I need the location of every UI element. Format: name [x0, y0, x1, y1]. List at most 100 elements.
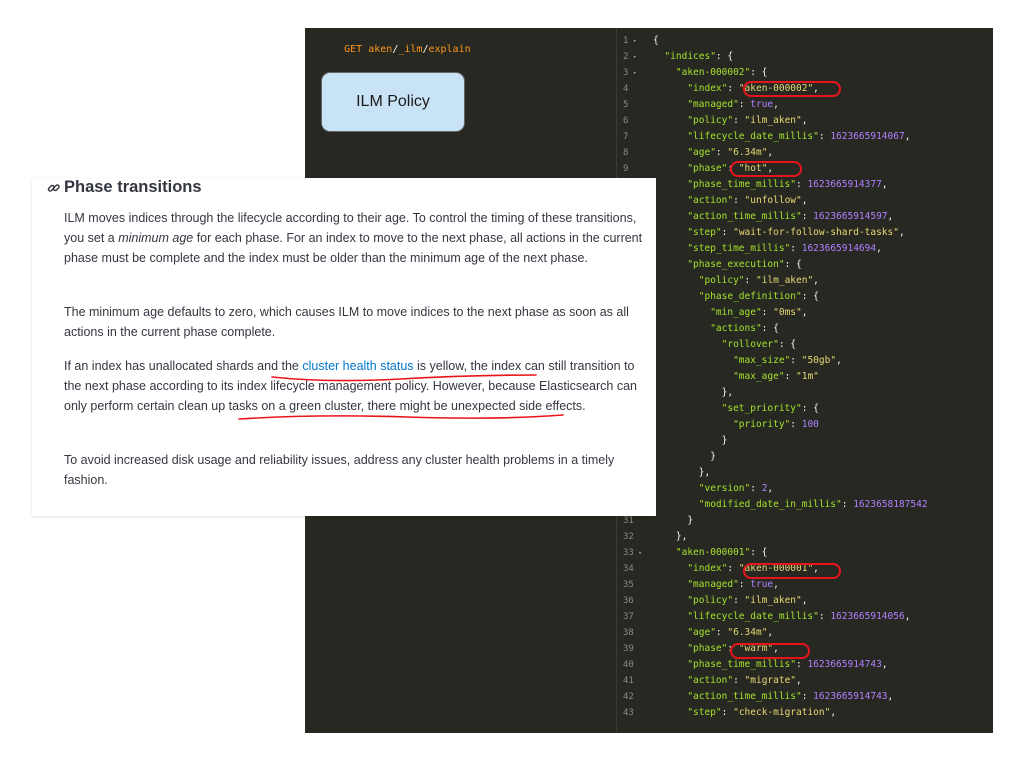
response-pane[interactable]: { "indices": { "aken-000002": { "index":…: [653, 28, 993, 733]
code-token: "policy": [653, 115, 734, 126]
minimum-age-emphasis: minimum age: [118, 231, 194, 245]
line-number: 42: [623, 689, 634, 705]
code-token: }: [653, 435, 728, 446]
code-line: "policy": "ilm_aken",: [653, 593, 807, 609]
code-line: "managed": true,: [653, 97, 779, 113]
fold-toggle-icon[interactable]: ▾: [628, 37, 637, 45]
code-token: :: [733, 675, 745, 686]
line-number: 4: [623, 81, 628, 97]
request-line[interactable]: GET aken/_ilm/explain: [308, 33, 471, 66]
code-token: "priority": [653, 419, 791, 430]
code-token: "phase_execution": [653, 259, 785, 270]
highlight-phase-warm: [730, 643, 810, 659]
code-token: "unfollow": [744, 195, 802, 206]
code-token: : {: [801, 403, 819, 414]
code-token: ,: [881, 179, 888, 190]
code-token: },: [653, 531, 688, 542]
code-token: :: [733, 595, 745, 606]
code-token: :: [750, 483, 762, 494]
code-line: "age": "6.34m",: [653, 145, 773, 161]
paragraph-1: ILM moves indices through the lifecycle …: [64, 208, 654, 268]
code-line: "aken-000002": {: [653, 65, 768, 81]
code-token: "0ms": [773, 307, 802, 318]
code-token: "indices": [653, 51, 716, 62]
code-token: },: [653, 467, 711, 478]
line-number: 8: [623, 145, 628, 161]
code-line: "lifecycle_date_millis": 1623665914056,: [653, 609, 910, 625]
line-number-text: 34: [623, 564, 634, 574]
paragraph-4: To avoid increased disk usage and reliab…: [64, 450, 654, 490]
code-token: "lifecycle_date_millis": [653, 131, 819, 142]
code-token: ,: [904, 611, 911, 622]
highlight-phase-hot: [730, 161, 802, 177]
code-token: "check-migration": [733, 707, 831, 718]
fold-toggle-icon[interactable]: ▾: [628, 53, 637, 61]
line-number: 34: [623, 561, 634, 577]
code-token: 100: [801, 419, 819, 430]
code-token: "6.34m": [727, 147, 768, 158]
code-token: 1623665914377: [807, 179, 882, 190]
code-token: "phase": [653, 643, 728, 654]
code-token: ,: [830, 707, 837, 718]
code-token: "max_age": [653, 371, 785, 382]
link-icon[interactable]: [46, 180, 62, 196]
ilm-policy-label: ILM Policy: [356, 93, 430, 110]
line-number: 41: [623, 673, 634, 689]
line-number: 2 ▾: [623, 49, 637, 65]
code-token: }: [653, 451, 716, 462]
code-token: true: [750, 579, 774, 590]
code-line: "priority": 100: [653, 417, 819, 433]
code-token: "step_time_millis": [653, 243, 791, 254]
code-token: :: [790, 243, 802, 254]
code-token: "set_priority": [653, 403, 802, 414]
line-number-text: 32: [623, 532, 634, 542]
code-token: 1623665914067: [830, 131, 905, 142]
code-token: :: [761, 307, 774, 318]
code-token: 1623665914743: [813, 691, 888, 702]
code-token: "phase": [653, 163, 728, 174]
code-token: },: [653, 387, 734, 398]
code-token: "migrate": [744, 675, 797, 686]
code-token: 1623665914056: [830, 611, 905, 622]
code-token: {: [653, 35, 659, 46]
fold-toggle-icon[interactable]: ▾: [628, 69, 637, 77]
code-token: "policy": [653, 595, 734, 606]
line-number-text: 5: [623, 100, 629, 110]
code-token: "phase_time_millis": [653, 179, 796, 190]
code-token: "6.34m": [727, 627, 768, 638]
code-token: "actions": [653, 323, 762, 334]
code-token: "50gb": [801, 355, 837, 366]
code-token: "index": [653, 563, 728, 574]
fold-toggle-icon[interactable]: ▾: [634, 549, 642, 557]
code-line: "rollover": {: [653, 337, 796, 353]
code-token: 1623658187542: [853, 499, 928, 510]
code-token: : {: [761, 323, 779, 334]
code-line: "phase_execution": {: [653, 257, 801, 273]
request-path-endpoint: explain: [428, 44, 471, 55]
code-token: "index": [653, 83, 728, 94]
code-token: 1623665914743: [807, 659, 882, 670]
line-number-text: 38: [623, 628, 634, 638]
code-token: "phase_time_millis": [653, 659, 796, 670]
code-token: ,: [796, 675, 802, 686]
code-token: :: [738, 579, 751, 590]
code-token: "aken-000002": [653, 67, 751, 78]
request-method: GET: [344, 44, 363, 55]
code-token: : {: [750, 67, 768, 78]
annotation-underline-green-cluster: [238, 414, 564, 420]
code-token: :: [801, 691, 814, 702]
code-token: "step": [653, 707, 722, 718]
code-token: true: [750, 99, 774, 110]
code-line: },: [653, 529, 687, 545]
code-token: }: [653, 515, 694, 526]
code-token: :: [721, 227, 734, 238]
line-number-text: 37: [623, 612, 634, 622]
line-number-text: 40: [623, 660, 634, 670]
code-token: :: [796, 659, 808, 670]
code-token: ,: [904, 131, 911, 142]
code-token: :: [818, 611, 831, 622]
line-number-text: 39: [623, 644, 634, 654]
code-line: "action": "migrate",: [653, 673, 802, 689]
code-token: "policy": [653, 275, 745, 286]
code-token: "action": [653, 195, 734, 206]
